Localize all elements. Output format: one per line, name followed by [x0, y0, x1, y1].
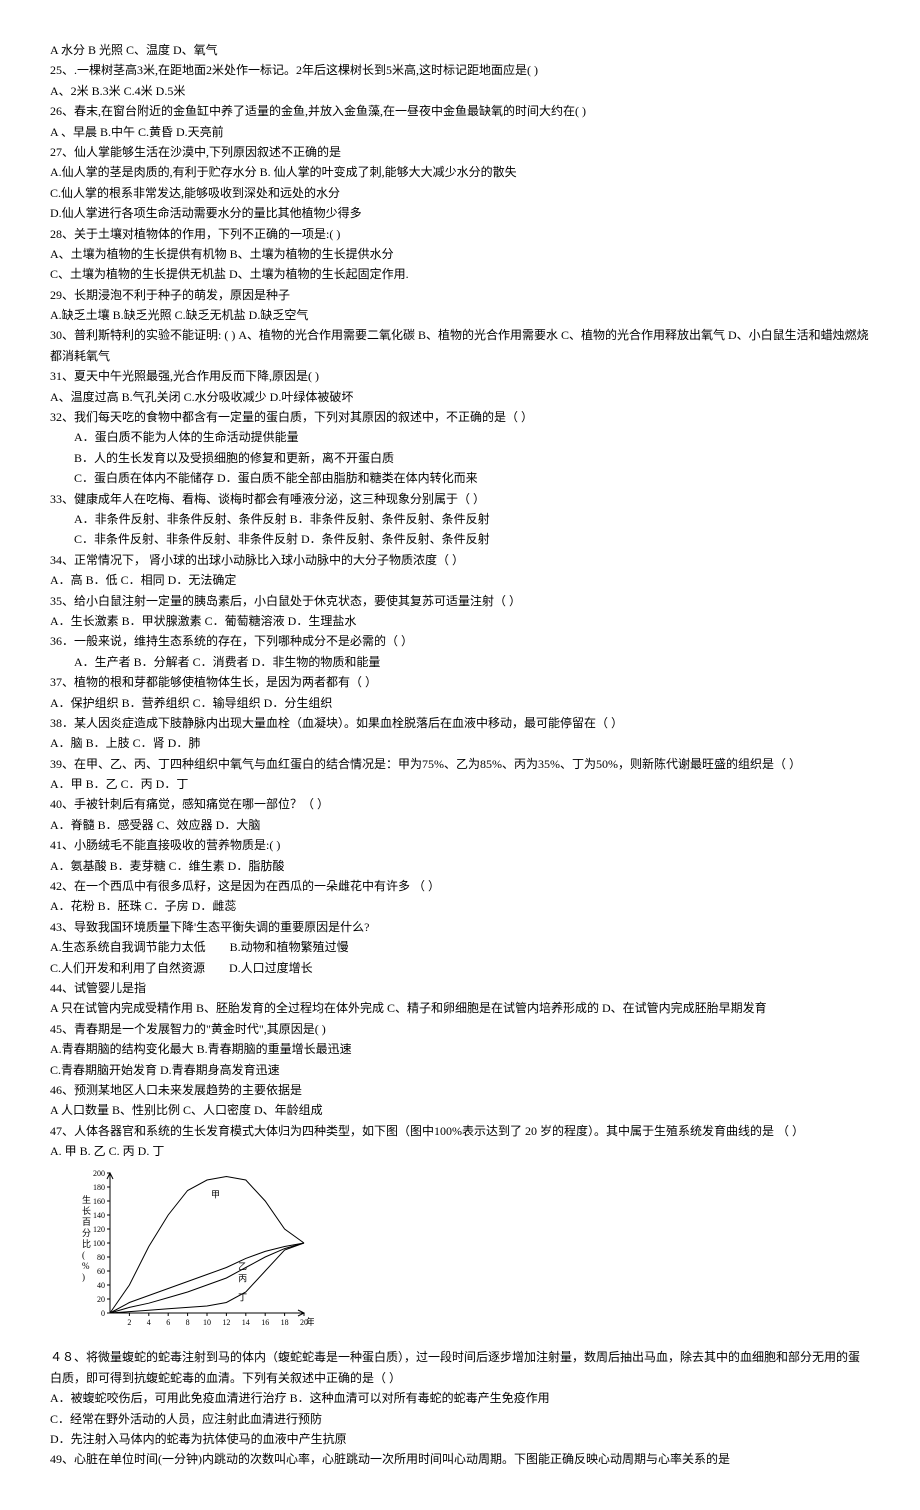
text-line: A.仙人掌的茎是肉质的,有利于贮存水分 B. 仙人掌的叶变成了刺,能够大大减少水…	[50, 162, 870, 182]
text-line: 26、春末,在窗台附近的金鱼缸中养了适量的金鱼,并放入金鱼藻,在一昼夜中金鱼最缺…	[50, 101, 870, 121]
series-丁	[110, 1243, 304, 1313]
text-line: 44、试管婴儿是指	[50, 978, 870, 998]
text-line: 33、健康成年人在吃梅、看梅、谈梅时都会有唾液分泌，这三种现象分别属于（ ）	[50, 489, 870, 509]
text-line: A.生态系统自我调节能力太低 B.动物和植物繁殖过慢	[50, 937, 870, 957]
text-line: C．非条件反射、非条件反射、非条件反射 D．条件反射、条件反射、条件反射	[50, 529, 870, 549]
series-label: 甲	[211, 1190, 220, 1200]
text-line: 49、心脏在单位时间(一分钟)内跳动的次数叫心率，心脏跳动一次所用时间叫心动周期…	[50, 1449, 870, 1469]
document-body: A 水分 B 光照 C、温度 D、氧气25、.一棵树茎高3米,在距地面2米处作一…	[50, 40, 870, 1470]
series-甲	[110, 1177, 304, 1314]
x-tick-label: 10	[203, 1318, 211, 1327]
y-axis-label: 分	[82, 1228, 91, 1238]
text-line: D．先注射入马体内的蛇毒为抗体使马的血液中产生抗原	[50, 1429, 870, 1449]
y-tick-label: 160	[93, 1197, 105, 1206]
text-line: C.青春期脑开始发育 D.青春期身高发育迅速	[50, 1060, 870, 1080]
text-line: 38．某人因炎症造成下肢静脉内出现大量血栓（血凝块）。如果血栓脱落后在血液中移动…	[50, 713, 870, 733]
text-line: A．花粉 B．胚珠 C．子房 D．雌蕊	[50, 896, 870, 916]
series-label: 丙	[238, 1274, 247, 1284]
x-tick-label: 12	[222, 1318, 230, 1327]
text-line: 41、小肠绒毛不能直接吸收的营养物质是:( )	[50, 835, 870, 855]
y-tick-label: 120	[93, 1225, 105, 1234]
text-line: A．甲 B．乙 C．丙 D．丁	[50, 774, 870, 794]
text-line: A．非条件反射、非条件反射、条件反射 B．非条件反射、条件反射、条件反射	[50, 509, 870, 529]
text-line: 40、手被针刺后有痛觉，感知痛觉在哪一部位？（ ）	[50, 794, 870, 814]
series-label: 乙	[238, 1262, 247, 1272]
text-line: A．保护组织 B．营养组织 C．输导组织 D．分生组织	[50, 693, 870, 713]
text-line: 43、导致我国环境质量下降'生态平衡失调的重要原因是什么?	[50, 917, 870, 937]
text-line: 42、在一个西瓜中有很多瓜籽，这是因为在西瓜的一朵雌花中有许多 （ ）	[50, 876, 870, 896]
y-axis-label: 比	[82, 1238, 91, 1249]
y-tick-label: 40	[97, 1281, 105, 1290]
text-line: 32、我们每天吃的食物中都含有一定量的蛋白质，下列对其原因的叙述中，不正确的是（…	[50, 407, 870, 427]
x-tick-label: 6	[166, 1318, 170, 1327]
text-line: 36．一般来说，维持生态系统的存在，下列哪种成分不是必需的（ ）	[50, 631, 870, 651]
text-line: 37、植物的根和芽都能够使植物体生长，是因为两者都有（ ）	[50, 672, 870, 692]
growth-chart: 0 20 40 60 80 100 120 140 160 180 200 2 4 6 8 10 12 14 16 1…	[74, 1165, 314, 1335]
y-tick-label: 20	[97, 1295, 105, 1304]
text-line: ４８、将微量蝮蛇的蛇毒注射到马的体内（蝮蛇蛇毒是一种蛋白质），过一段时间后逐步增…	[50, 1347, 870, 1388]
x-axis-label: 年龄(岁)	[306, 1316, 314, 1327]
text-line: 29、长期浸泡不利于种子的萌发，原因是种子	[50, 285, 870, 305]
series-乙	[110, 1243, 304, 1313]
text-line: C.仙人掌的根系非常发达,能够吸收到深处和远处的水分	[50, 183, 870, 203]
text-line: C.人们开发和利用了自然资源 D.人口过度增长	[50, 958, 870, 978]
x-tick-label: 18	[281, 1318, 289, 1327]
y-axis-label: 百	[82, 1217, 91, 1227]
text-line: A. 甲 B. 乙 C. 丙 D. 丁	[50, 1141, 870, 1161]
text-line: A.青春期脑的结构变化最大 B.青春期脑的重量增长最迅速	[50, 1039, 870, 1059]
text-line: A．被蝮蛇咬伤后，可用此免疫血清进行治疗 B．这种血清可以对所有毒蛇的蛇毒产生免…	[50, 1388, 870, 1408]
text-line: A．脑 B．上肢 C．肾 D．肺	[50, 733, 870, 753]
text-line: A、温度过高 B.气孔关闭 C.水分吸收减少 D.叶绿体被破坏	[50, 387, 870, 407]
text-line: A．生长激素 B．甲状腺激素 C．葡萄糖溶液 D．生理盐水	[50, 611, 870, 631]
text-line: A.缺乏土壤 B.缺乏光照 C.缺乏无机盐 D.缺乏空气	[50, 305, 870, 325]
text-line: A．生产者 B．分解者 C．消费者 D．非生物的物质和能量	[50, 652, 870, 672]
text-line: A 人口数量 B、性别比例 C、人口密度 D、年龄组成	[50, 1100, 870, 1120]
series-丙	[110, 1243, 304, 1313]
text-line: 28、关于土壤对植物体的作用，下列不正确的一项是:( )	[50, 224, 870, 244]
x-tick-label: 2	[127, 1318, 131, 1327]
y-tick-label: 100	[93, 1239, 105, 1248]
text-line: 35、给小白鼠注射一定量的胰岛素后，小白鼠处于休克状态，要使其复苏可适量注射（ …	[50, 591, 870, 611]
text-line: A．蛋白质不能为人体的生命活动提供能量	[50, 427, 870, 447]
text-line: A、2米 B.3米 C.4米 D.5米	[50, 81, 870, 101]
x-tick-label: 16	[261, 1318, 269, 1327]
text-line: 31、夏天中午光照最强,光合作用反而下降,原因是( )	[50, 366, 870, 386]
x-tick-label: 14	[242, 1318, 250, 1327]
y-axis-label: (	[82, 1250, 85, 1260]
text-line: D.仙人掌进行各项生命活动需要水分的量比其他植物少得多	[50, 203, 870, 223]
y-tick-label: 60	[97, 1267, 105, 1276]
x-tick-label: 8	[186, 1318, 190, 1327]
y-tick-label: 180	[93, 1183, 105, 1192]
text-line: 39、在甲、乙、丙、丁四种组织中氧气与血红蛋白的结合情况是：甲为75%、乙为85…	[50, 754, 870, 774]
y-tick-label: 80	[97, 1253, 105, 1262]
text-line: 47、人体各器官和系统的生长发育模式大体归为四种类型，如下图（图中100%表示达…	[50, 1121, 870, 1141]
text-line: 34、正常情况下， 肾小球的出球小动脉比入球小动脉中的大分子物质浓度（ ）	[50, 550, 870, 570]
x-tick-label: 4	[147, 1318, 151, 1327]
text-line: C．蛋白质在体内不能储存 D．蛋白质不能全部由脂肪和糖类在体内转化而来	[50, 468, 870, 488]
text-line: C、土壤为植物的生长提供无机盐 D、土壤为植物的生长起固定作用.	[50, 264, 870, 284]
text-line: A 水分 B 光照 C、温度 D、氧气	[50, 40, 870, 60]
text-line: B．人的生长发育以及受损细胞的修复和更新，离不开蛋白质	[50, 448, 870, 468]
text-line: 25、.一棵树茎高3米,在距地面2米处作一标记。2年后这棵树长到5米高,这时标记…	[50, 60, 870, 80]
y-tick-label: 200	[93, 1169, 105, 1178]
text-line: A．高 B．低 C．相同 D．无法确定	[50, 570, 870, 590]
text-line: A 、早晨 B.中午 C.黄昏 D.天亮前	[50, 122, 870, 142]
text-line: 30、普利斯特利的实验不能证明: ( ) A、植物的光合作用需要二氧化碳 B、植…	[50, 325, 870, 366]
chart-container: 0 20 40 60 80 100 120 140 160 180 200 2 4 6 8 10 12 14 16 1…	[50, 1165, 870, 1335]
y-tick-label: 140	[93, 1211, 105, 1220]
text-line: A 只在试管内完成受精作用 B、胚胎发育的全过程均在体外完成 C、精子和卵细胞是…	[50, 998, 870, 1018]
text-line: A．氨基酸 B．麦芽糖 C．维生素 D．脂肪酸	[50, 856, 870, 876]
text-line: 45、青春期是一个发展智力的"黄金时代",其原因是( )	[50, 1019, 870, 1039]
series-label: 丁	[238, 1293, 247, 1303]
y-tick-label: 0	[101, 1309, 105, 1318]
y-axis-label: )	[82, 1272, 85, 1282]
y-axis-label: %	[82, 1261, 90, 1271]
y-axis-label: 生	[82, 1194, 91, 1205]
text-line: C．经常在野外活动的人员，应注射此血清进行预防	[50, 1409, 870, 1429]
text-line: 46、预测某地区人口未来发展趋势的主要依据是	[50, 1080, 870, 1100]
text-line: 27、仙人掌能够生活在沙漠中,下列原因叙述不正确的是	[50, 142, 870, 162]
text-line: A．脊髓 B．感受器 C、效应器 D．大脑	[50, 815, 870, 835]
text-line: A、土壤为植物的生长提供有机物 B、土壤为植物的生长提供水分	[50, 244, 870, 264]
y-axis-label: 长	[82, 1205, 91, 1216]
